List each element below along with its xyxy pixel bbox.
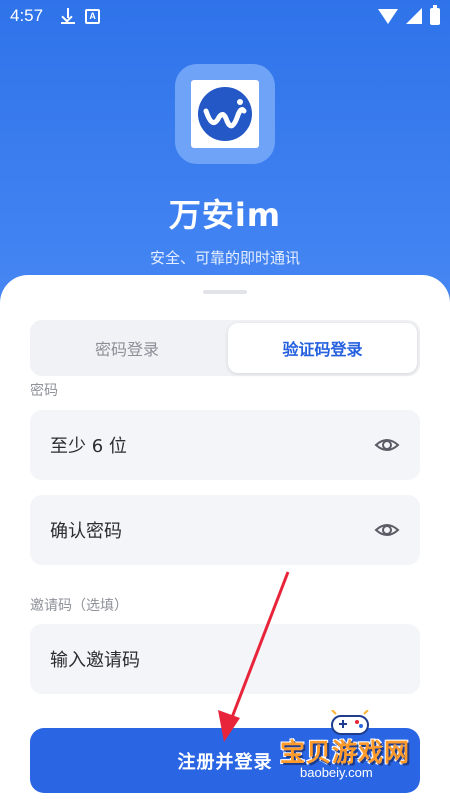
confirm-password-input[interactable]: 确认密码 xyxy=(30,495,420,565)
app-logo xyxy=(175,64,275,164)
download-icon xyxy=(61,8,76,24)
password-label: 密码 xyxy=(30,383,58,399)
battery-icon xyxy=(430,4,440,25)
login-mode-tabs: 密码登录 验证码登录 xyxy=(30,320,420,376)
status-bar: 4:57 A xyxy=(0,0,450,32)
app-title: 万安im xyxy=(168,196,282,234)
drag-handle[interactable] xyxy=(203,290,247,294)
invite-placeholder: 输入邀请码 xyxy=(50,650,140,671)
invite-label: 邀请码（选填） xyxy=(30,598,128,614)
tab-password-login[interactable]: 密码登录 xyxy=(33,323,221,373)
wave-logo-icon xyxy=(191,80,259,148)
a-app-icon: A xyxy=(85,8,101,24)
watermark-url: baobeiy.com xyxy=(300,765,373,780)
confirm-placeholder: 确认密码 xyxy=(50,521,122,542)
submit-label: 注册并登录 xyxy=(177,751,273,773)
tab-code-login[interactable]: 验证码登录 xyxy=(228,323,417,373)
watermark: 宝贝游戏网 baobeiy.com xyxy=(272,710,422,785)
signal-icon xyxy=(406,8,422,24)
eye-icon[interactable] xyxy=(374,432,400,458)
status-time: 4:57 xyxy=(10,6,44,25)
watermark-title: 宝贝游戏网 xyxy=(280,738,411,767)
wifi-icon xyxy=(378,8,398,24)
password-placeholder: 至少 6 位 xyxy=(50,436,127,457)
app-subtitle: 安全、可靠的即时通讯 xyxy=(149,249,300,267)
password-input[interactable]: 至少 6 位 xyxy=(30,410,420,480)
invite-code-input[interactable]: 输入邀请码 xyxy=(30,624,420,694)
eye-icon[interactable] xyxy=(374,517,400,543)
